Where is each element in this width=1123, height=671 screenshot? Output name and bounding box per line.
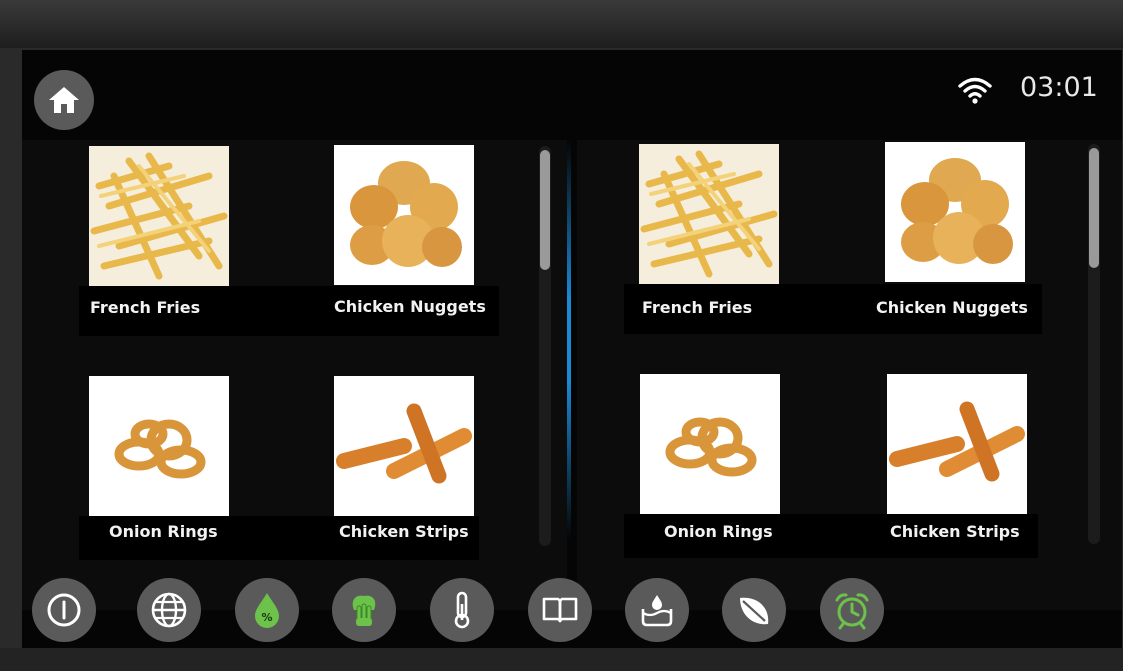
device-bezel-bottom xyxy=(0,648,1123,671)
left-scrollbar[interactable] xyxy=(539,146,551,546)
french-fries-image xyxy=(89,146,229,286)
power-button[interactable] xyxy=(32,578,96,642)
wifi-icon xyxy=(958,77,992,104)
product-label: French Fries xyxy=(642,298,753,317)
product-label: Onion Rings xyxy=(109,522,218,541)
clock: 03:01 xyxy=(1020,72,1098,103)
chicken-nuggets-image xyxy=(885,142,1025,282)
thermometer-icon xyxy=(454,591,470,629)
water-basin-icon xyxy=(641,595,673,627)
chicken-strips-image xyxy=(887,374,1027,514)
product-label: Chicken Nuggets xyxy=(876,298,1028,317)
oil-quality-button[interactable]: % xyxy=(235,578,299,642)
home-button[interactable] xyxy=(34,70,94,130)
home-icon xyxy=(49,87,79,113)
product-label: Chicken Strips xyxy=(890,522,1020,541)
left-scrollbar-thumb[interactable] xyxy=(540,150,550,270)
book-icon xyxy=(542,597,578,623)
onion-rings-image xyxy=(640,374,780,514)
recipe-book-button[interactable] xyxy=(528,578,592,642)
french-fries-image xyxy=(639,144,779,284)
right-scrollbar-thumb[interactable] xyxy=(1089,148,1099,268)
language-button[interactable] xyxy=(137,578,201,642)
bottom-toolbar: % xyxy=(32,578,1032,648)
right-scrollbar[interactable] xyxy=(1088,144,1100,544)
product-label: Chicken Strips xyxy=(339,522,469,541)
fryer-screen: 03:01 French Fries Chicken Nuggets Onion… xyxy=(22,50,1122,648)
globe-icon xyxy=(151,592,187,628)
alarm-clock-icon xyxy=(835,593,869,630)
alarm-button[interactable] xyxy=(820,578,884,642)
chicken-strips-image xyxy=(334,376,474,516)
panel-divider xyxy=(567,140,571,540)
power-icon xyxy=(47,593,81,627)
product-label: Onion Rings xyxy=(664,522,773,541)
hand-wash-button[interactable] xyxy=(332,578,396,642)
eco-mode-button[interactable] xyxy=(722,578,786,642)
temperature-button[interactable] xyxy=(430,578,494,642)
oil-quality-icon: % xyxy=(255,593,279,628)
onion-rings-image xyxy=(89,376,229,516)
chicken-nuggets-image xyxy=(334,145,474,285)
product-label: Chicken Nuggets xyxy=(334,297,486,316)
hand-wash-icon xyxy=(352,595,376,626)
status-bar: 03:01 xyxy=(22,50,1122,130)
device-bezel-top xyxy=(0,0,1123,48)
svg-text:%: % xyxy=(261,611,272,624)
left-basket-panel: French Fries Chicken Nuggets Onion Rings… xyxy=(22,140,567,610)
water-basin-button[interactable] xyxy=(625,578,689,642)
product-label: French Fries xyxy=(90,298,201,317)
right-basket-panel: French Fries Chicken Nuggets Onion Rings… xyxy=(577,140,1122,610)
leaf-icon xyxy=(740,597,769,625)
